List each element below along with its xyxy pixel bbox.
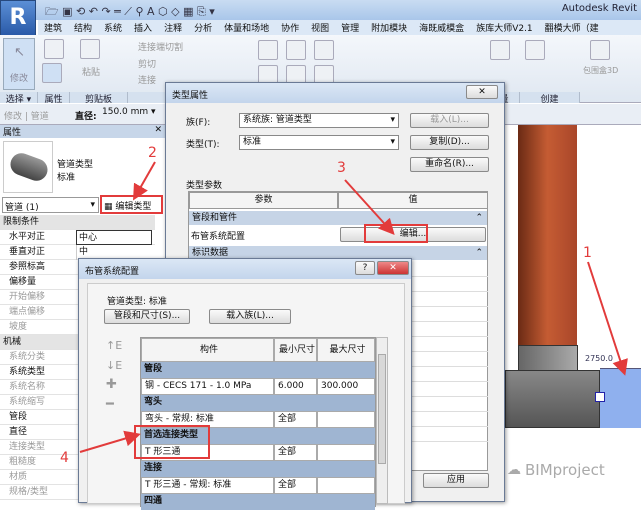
arrow-4 — [79, 430, 141, 453]
arrow-2 — [133, 161, 156, 201]
annotation-arrows — [79, 161, 628, 453]
arrow-1 — [587, 261, 628, 376]
arrow-3 — [344, 179, 395, 235]
